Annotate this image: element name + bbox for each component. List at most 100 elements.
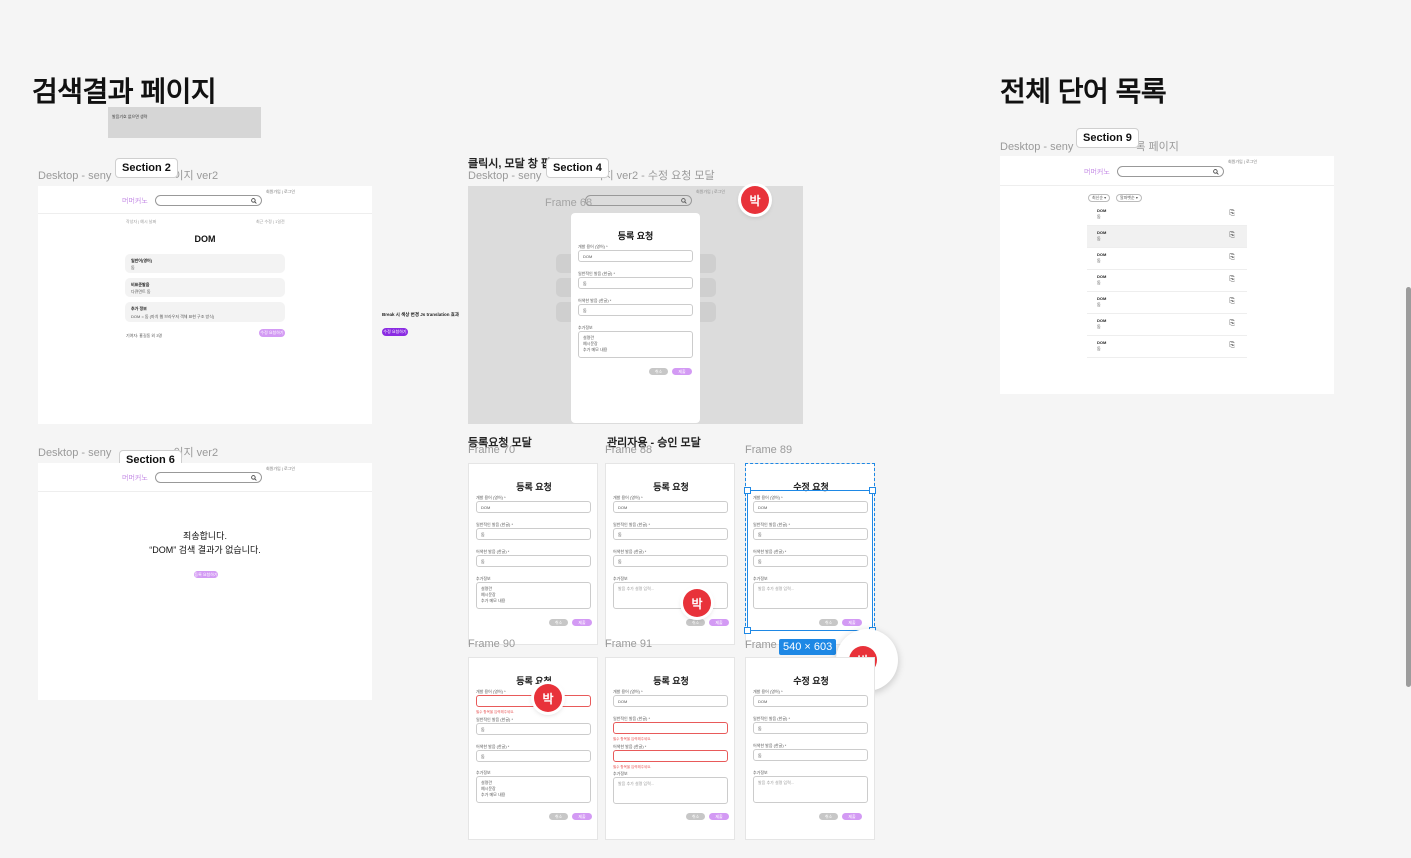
alt-field[interactable]: 돔 <box>476 555 591 567</box>
submit-button[interactable]: 제출 <box>672 368 692 375</box>
frame88-label[interactable]: Frame 88 <box>605 444 652 456</box>
frame-91[interactable]: 등록 요청 개발 용어 (영어) * DOM 일반적인 발음 (한글) * 필수… <box>605 657 735 840</box>
collaborator-avatar[interactable]: 박 <box>741 186 769 214</box>
register-request-button[interactable]: 등록 요청하기 <box>194 571 218 578</box>
extra-textarea[interactable]: 발음 추가 설명 입력... <box>753 776 868 803</box>
alt-field[interactable]: 돔 <box>578 304 693 316</box>
copy-icon[interactable]: ⎘ <box>1229 298 1235 306</box>
extra-textarea[interactable]: 설명란 예시문장 추가 메모 내용 <box>578 331 693 358</box>
collaborator-avatar[interactable]: 박 <box>534 684 562 712</box>
pron-field[interactable]: 돔 <box>613 528 728 540</box>
site-logo[interactable]: 머머커노 <box>1084 167 1110 177</box>
list-item[interactable]: DOM 돔 ⎘ <box>1087 314 1247 336</box>
list-item[interactable]: DOM 돔 ⎘ <box>1087 336 1247 358</box>
frame91-label[interactable]: Frame 91 <box>605 638 652 650</box>
resize-handle[interactable] <box>744 627 751 634</box>
list-item[interactable]: DOM 돔 ⎘ <box>1087 270 1247 292</box>
frame-word-list[interactable]: 회원가입 | 로그인 머머커노 최신순 ▾ 알파벳순 ▾ DOM 돔 ⎘ DOM 돔 ⎘ D… <box>1000 156 1334 394</box>
alt-field[interactable]: 돔 <box>476 750 591 762</box>
connector-button[interactable]: 수정 요청하기 <box>382 328 408 336</box>
submit-button[interactable]: 제출 <box>572 619 592 626</box>
selection-box[interactable] <box>744 487 876 634</box>
submit-button[interactable]: 제출 <box>709 619 729 626</box>
copy-icon[interactable]: ⎘ <box>1229 254 1235 262</box>
search-input[interactable] <box>1117 166 1224 177</box>
search-input[interactable] <box>155 195 262 206</box>
cancel-button[interactable]: 취소 <box>649 368 668 375</box>
frame-88[interactable]: 등록 요청 개발 용어 (영어) * DOM 일반적인 발음 (한글) * 돔 … <box>605 463 735 645</box>
resize-handle[interactable] <box>744 487 751 494</box>
top-nav[interactable]: 회원가입 | 로그인 <box>266 466 295 472</box>
sort-filter-2[interactable]: 알파벳순 ▾ <box>1116 194 1142 202</box>
edit-modal[interactable]: 등록 요청 개발 용어 (영어) * DOM 일반적인 발음 (한글) * 돔 … <box>571 213 700 423</box>
cancel-button[interactable]: 취소 <box>549 619 568 626</box>
meta-left: 작성자 | 예시 날짜 <box>126 219 157 224</box>
extra-textarea[interactable]: 설명란 예시문장 추가 메모 내용 <box>476 582 591 609</box>
search-icon[interactable] <box>251 198 257 204</box>
resize-handle[interactable] <box>869 487 876 494</box>
pron-field[interactable] <box>613 722 728 734</box>
copy-icon[interactable]: ⎘ <box>1229 342 1235 350</box>
copy-icon[interactable]: ⎘ <box>1229 320 1235 328</box>
search-icon[interactable] <box>251 475 257 481</box>
extra-textarea[interactable]: 설명란 예시문장 추가 메모 내용 <box>476 776 591 803</box>
section-tag-9[interactable]: Section 9 <box>1076 128 1139 148</box>
word-field[interactable]: DOM <box>613 501 728 513</box>
no-result-line1: 죄송합니다. <box>183 531 227 541</box>
modal-title: 등록 요청 <box>653 676 689 686</box>
extra-textarea[interactable]: 발음 추가 설명 입력... <box>613 777 728 804</box>
cancel-button[interactable]: 취소 <box>549 813 568 820</box>
top-nav[interactable]: 회원가입 | 로그인 <box>696 189 725 195</box>
word-field[interactable]: DOM <box>613 695 728 707</box>
search-input[interactable] <box>155 472 262 483</box>
note-box[interactable]: 발음기호 없으면 생략 <box>108 107 261 138</box>
sort-filter-1[interactable]: 최신순 ▾ <box>1088 194 1111 202</box>
alt-field[interactable]: 돔 <box>613 555 728 567</box>
submit-button[interactable]: 제출 <box>709 813 729 820</box>
site-logo[interactable]: 머머커노 <box>122 473 148 483</box>
word-field[interactable]: DOM <box>476 501 591 513</box>
cancel-button[interactable]: 취소 <box>686 619 705 626</box>
collaborator-avatar[interactable]: 박 <box>683 589 711 617</box>
alt-field[interactable] <box>613 750 728 762</box>
site-logo[interactable]: 머머커노 <box>122 196 148 206</box>
alt-field[interactable]: 돔 <box>753 749 868 761</box>
word-title: DOM <box>194 234 216 244</box>
list-item[interactable]: DOM 돔 ⎘ <box>1087 248 1247 270</box>
pron-field[interactable]: 돔 <box>476 723 591 735</box>
frame89-label[interactable]: Frame 89 <box>745 444 792 456</box>
top-nav[interactable]: 회원가입 | 로그인 <box>266 189 295 195</box>
cancel-button[interactable]: 취소 <box>686 813 705 820</box>
cancel-button[interactable]: 취소 <box>819 813 838 820</box>
submit-button[interactable]: 제출 <box>572 813 592 820</box>
frame-edit-2[interactable]: 수정 요청 개발 용어 (영어) * DOM 일반적인 발음 (한글) * 돔 … <box>745 657 875 840</box>
edit-request-button[interactable]: 수정 요청하기 <box>259 329 285 337</box>
frame-search-result[interactable]: 회원가입 | 로그인 머머커노 작성자 | 예시 날짜 최근 수정 | 1일전 … <box>38 186 372 424</box>
copy-icon[interactable]: ⎘ <box>1229 232 1235 240</box>
frame-partial-label[interactable]: Frame <box>745 639 777 651</box>
copy-icon[interactable]: ⎘ <box>1229 276 1235 284</box>
pron-field[interactable]: 돔 <box>476 528 591 540</box>
word-field[interactable]: DOM <box>578 250 693 262</box>
submit-button[interactable]: 제출 <box>842 813 862 820</box>
word-field[interactable]: DOM <box>753 695 868 707</box>
frame-90[interactable]: 등록 요청 개발 용어 (영어) * 필수 항목을 입력해주세요. 일반적인 발… <box>468 657 598 840</box>
top-nav[interactable]: 회원가입 | 로그인 <box>1228 159 1257 165</box>
section-tag-4[interactable]: Section 4 <box>546 158 609 178</box>
list-item[interactable]: DOM 돔 ⎘ <box>1087 292 1247 314</box>
pron-field[interactable]: 돔 <box>578 277 693 289</box>
list-item[interactable]: DOM 돔 ⎘ <box>1087 226 1247 248</box>
section-tag-2[interactable]: Section 2 <box>115 158 178 178</box>
copy-icon[interactable]: ⎘ <box>1229 210 1235 218</box>
frame-70[interactable]: 등록 요청 개발 용어 (영어) * DOM 일반적인 발음 (한글) * 돔 … <box>468 463 598 645</box>
list-item-word: DOM <box>1097 274 1107 279</box>
frame90-label[interactable]: Frame 90 <box>468 638 515 650</box>
canvas-scrollbar[interactable] <box>1406 287 1411 687</box>
frame70-label[interactable]: Frame 70 <box>468 444 515 456</box>
search-icon[interactable] <box>1213 169 1219 175</box>
list-item[interactable]: DOM 돔 ⎘ <box>1087 204 1247 226</box>
pron-field[interactable]: 돔 <box>753 722 868 734</box>
modal-title: 등록 요청 <box>653 482 689 492</box>
frame-edit-modal-page[interactable]: 회원가입 | 로그인 Frame 68 등록 요청 개발 용어 (영어) * D… <box>468 186 803 424</box>
frame-no-result[interactable]: 회원가입 | 로그인 머머커노 죄송합니다. “DOM” 검색 결과가 없습니다… <box>38 463 372 700</box>
